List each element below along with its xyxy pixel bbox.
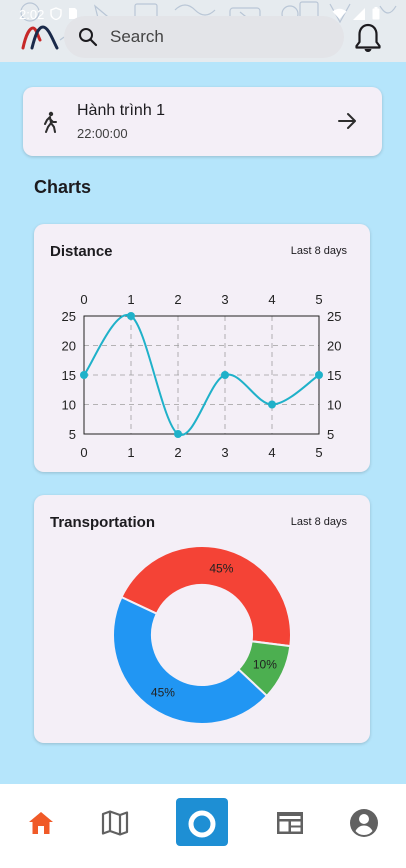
home-icon[interactable] <box>26 808 56 838</box>
x-tick-label-top: 4 <box>268 292 275 307</box>
x-tick-label-top: 1 <box>127 292 134 307</box>
journey-title: Hành trình 1 <box>77 102 166 119</box>
x-tick-label-bottom: 0 <box>80 445 87 460</box>
bell-icon[interactable] <box>352 22 384 54</box>
y-tick-label-left: 25 <box>62 309 76 324</box>
data-point <box>127 312 135 320</box>
header: 2:02 <box>0 0 406 62</box>
status-time: 2:02 <box>19 7 45 22</box>
wifi-icon <box>332 8 347 19</box>
walk-icon <box>44 111 57 133</box>
x-tick-label-bottom: 4 <box>268 445 275 460</box>
slice-label: 45% <box>151 685 175 699</box>
transport-chart-card: Transportation Last 8 days 45% 10% 45% <box>34 495 370 743</box>
data-point <box>80 371 88 379</box>
battery-icon <box>372 7 380 20</box>
data-point <box>174 430 182 438</box>
y-tick-label-left: 20 <box>62 339 76 354</box>
x-tick-label-bottom: 3 <box>221 445 228 460</box>
x-tick-label-top: 2 <box>174 292 181 307</box>
donut-slice <box>112 595 269 725</box>
map-icon[interactable] <box>100 808 130 838</box>
data-point <box>268 400 276 409</box>
journey-card[interactable]: Hành trình 1 22:00:00 <box>23 87 382 156</box>
app-screen: 2:02 Search Hành trình 1 22:00:00 Charts… <box>0 0 406 868</box>
distance-chart-card: Distance Last 8 days 0 0 1 1 2 2 3 3 4 4 5 5 5 5 10 10 1… <box>34 224 370 472</box>
y-tick-label-right: 20 <box>327 339 341 354</box>
x-tick-label-top: 5 <box>315 292 322 307</box>
journey-time: 22:00:00 <box>77 126 128 141</box>
bottom-navigation <box>0 784 406 868</box>
x-tick-label-bottom: 1 <box>127 445 134 460</box>
profile-icon[interactable] <box>349 808 379 838</box>
app-logo <box>21 25 59 50</box>
y-tick-label-right: 25 <box>327 309 341 324</box>
arrow-right-icon[interactable] <box>336 110 358 132</box>
y-tick-label-right: 10 <box>327 398 341 413</box>
search-icon <box>79 28 98 47</box>
section-title: Charts <box>34 177 92 197</box>
signal-icon <box>353 7 365 20</box>
distance-line-chart: 0011223344555 510 1015 1520 2025 25 <box>62 292 342 460</box>
shield-icon <box>50 7 62 20</box>
x-tick-label-bottom: 5 <box>315 445 322 460</box>
y-tick-label-right: 5 <box>327 427 334 442</box>
data-point <box>221 371 229 379</box>
transport-donut-chart: 45% 10% 45% <box>112 545 292 725</box>
x-tick-label-top: 3 <box>221 292 228 307</box>
y-tick-label-left: 15 <box>62 368 76 383</box>
search-input[interactable] <box>110 26 330 48</box>
y-tick-label-right: 15 <box>327 368 341 383</box>
news-icon[interactable] <box>275 808 305 838</box>
y-tick-label-left: 5 <box>69 427 76 442</box>
x-tick-label-top: 0 <box>80 292 87 307</box>
slice-label: 10% <box>253 658 277 672</box>
data-point <box>315 371 323 379</box>
camera-icon <box>188 796 216 838</box>
y-tick-label-left: 10 <box>62 398 76 413</box>
camera-button[interactable] <box>176 796 228 846</box>
slice-label: 45% <box>209 561 233 575</box>
x-tick-label-bottom: 2 <box>174 445 181 460</box>
search-bar[interactable] <box>64 16 344 58</box>
